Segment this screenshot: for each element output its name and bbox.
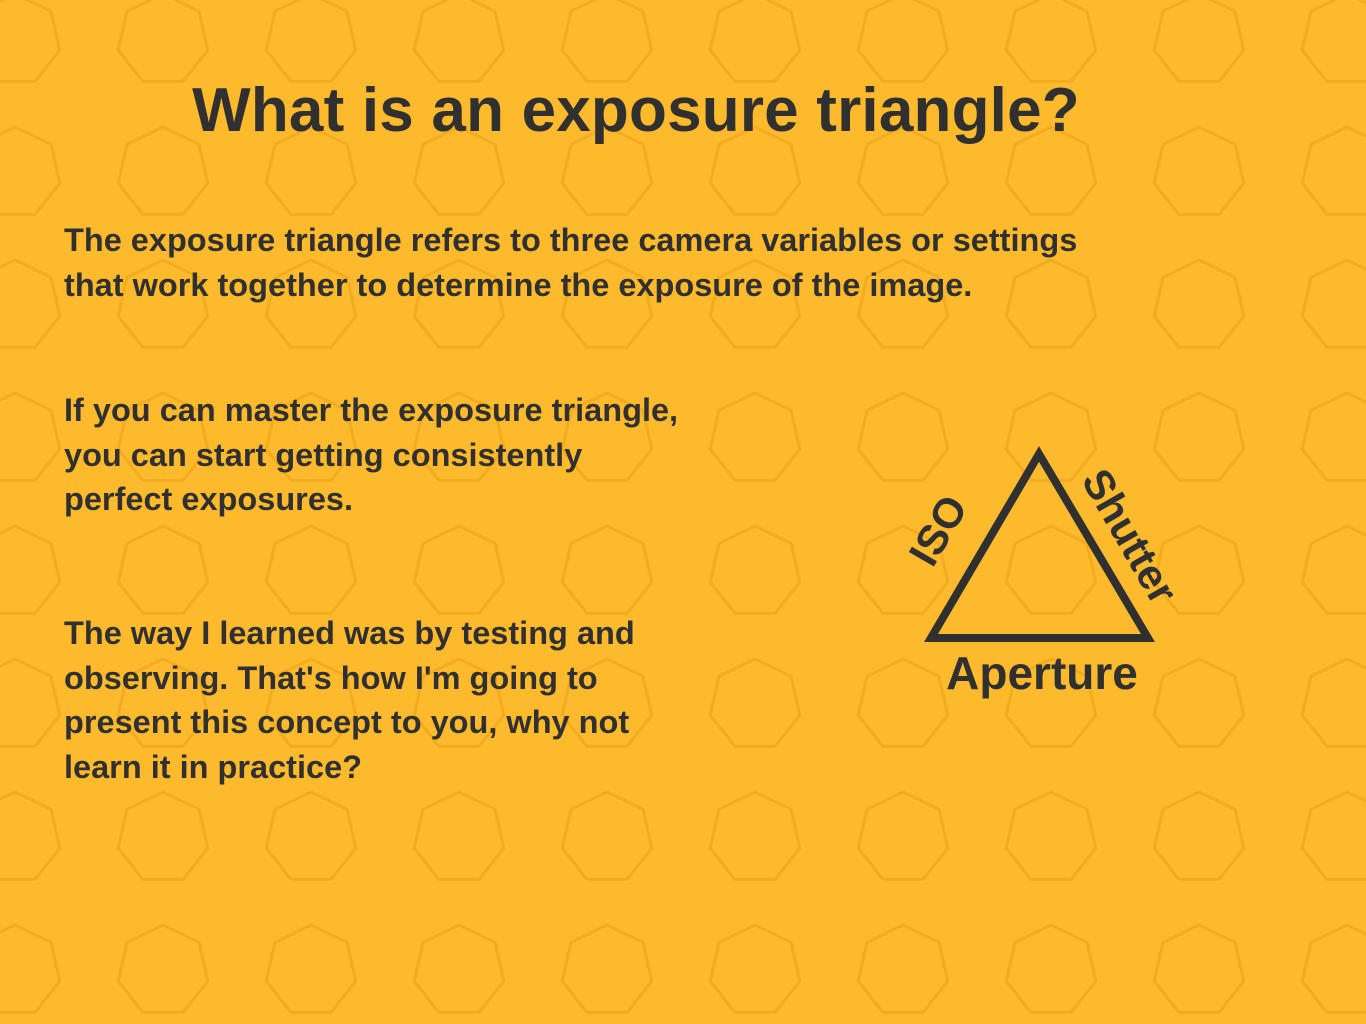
- paragraph-line: observing. That's how I'm going to: [64, 659, 598, 696]
- paragraph-line: The way I learned was by testing and: [64, 615, 635, 651]
- mastery-paragraph: If you can master the exposure triangle,…: [64, 388, 678, 522]
- learning-paragraph: The way I learned was by testing and obs…: [64, 611, 635, 789]
- paragraph-line: learn it in practice?: [64, 748, 363, 785]
- exposure-triangle-slide: What is an exposure triangle? The exposu…: [0, 0, 1366, 1024]
- intro-paragraph: The exposure triangle refers to three ca…: [64, 218, 1077, 307]
- paragraph-line: perfect exposures.: [64, 481, 354, 517]
- page-title: What is an exposure triangle?: [192, 76, 1080, 145]
- paragraph-line: present this concept to you, why not: [64, 704, 630, 740]
- paragraph-line: that work together to determine the expo…: [64, 266, 973, 303]
- paragraph-line: you can start getting consistently: [64, 436, 583, 473]
- paragraph-line: If you can master the exposure triangle,: [64, 392, 679, 428]
- paragraph-line: The exposure triangle refers to three ca…: [64, 222, 1078, 258]
